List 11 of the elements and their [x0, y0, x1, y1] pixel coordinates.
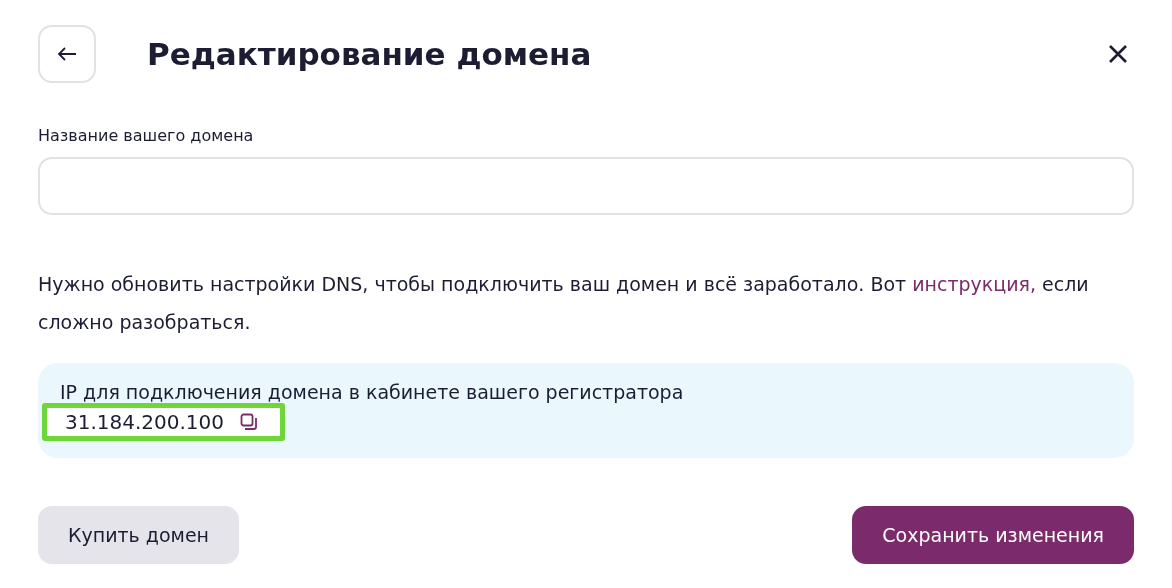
instruction-link[interactable]: инструкция, [912, 273, 1036, 295]
copy-icon[interactable] [240, 413, 259, 431]
back-arrow-icon [57, 47, 77, 61]
ip-caption: IP для подключения домена в кабинете вашего регистратора [60, 381, 685, 403]
field-label: Название вашего домена [38, 126, 255, 145]
domain-input-field[interactable] [38, 157, 1134, 215]
ip-address: 31.184.200.100 [65, 410, 225, 434]
dns-notice-text: Нужно обновить настройки DNS, чтобы подключить ваш домен и всё заработало. Вот инструкция, если сложно разобраться. [38, 272, 1090, 335]
dialog-title: Редактирование домена [147, 36, 593, 72]
save-button[interactable]: Сохранить изменения [852, 506, 1134, 564]
buy-domain-button[interactable]: Купить домен [38, 506, 239, 564]
